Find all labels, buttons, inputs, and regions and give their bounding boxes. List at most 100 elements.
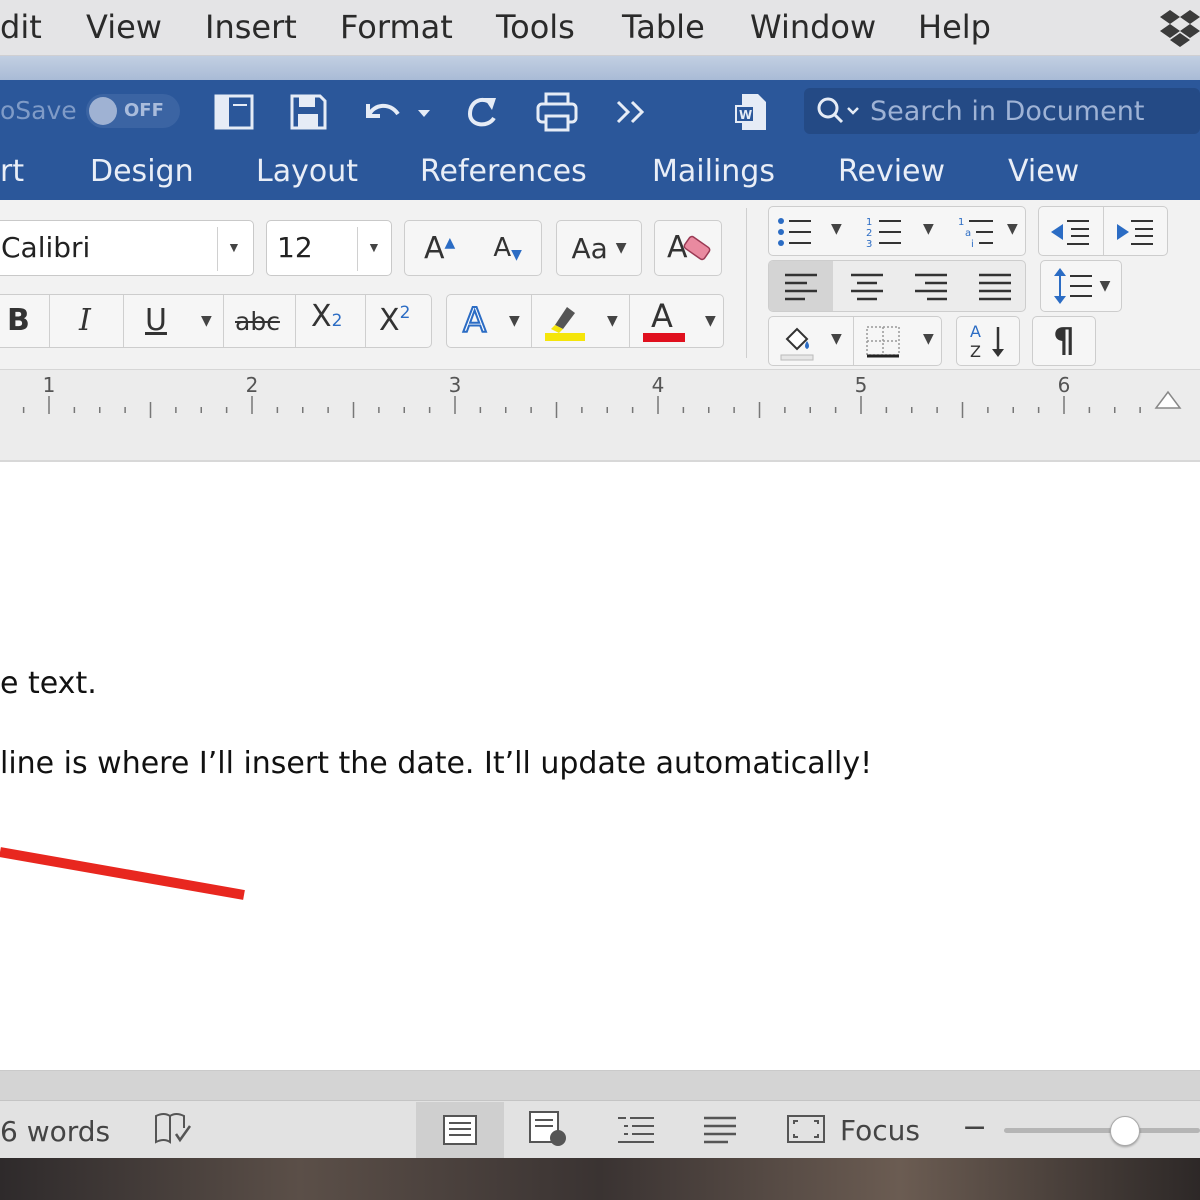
bullets-icon[interactable] (775, 213, 815, 251)
autosave-toggle[interactable]: OFF (86, 94, 180, 128)
focus-label[interactable]: Focus (840, 1114, 920, 1147)
print-layout-view-button[interactable] (416, 1102, 504, 1158)
save-icon[interactable] (288, 90, 328, 134)
align-left-button[interactable] (769, 261, 833, 311)
chevron-down-icon[interactable]: ▼ (923, 331, 934, 347)
search-icon (817, 97, 859, 124)
underline-button[interactable]: U (145, 303, 167, 338)
sidebar-icon[interactable] (212, 90, 256, 134)
chevron-down-icon[interactable]: ▼ (201, 313, 212, 329)
numbering-icon[interactable]: 123 (865, 213, 905, 251)
search-box[interactable] (804, 88, 1200, 134)
chevron-down-icon[interactable]: ▼ (923, 221, 934, 237)
bold-button[interactable]: B (7, 303, 30, 338)
tab-references[interactable]: References (420, 154, 587, 189)
highlighter-icon[interactable] (541, 299, 589, 343)
text-effects-button[interactable]: A (462, 300, 487, 342)
align-right-icon[interactable] (913, 271, 949, 301)
font-color-button[interactable]: A (651, 297, 673, 335)
decrease-indent-icon[interactable] (1049, 215, 1093, 249)
document-page[interactable]: e text. line is where I’ll insert the da… (0, 462, 1200, 1070)
divider (746, 208, 747, 358)
tab-review[interactable]: Review (838, 154, 945, 189)
font-size-select[interactable]: 12 ▼ (266, 220, 392, 276)
horizontal-scrollbar[interactable] (0, 1071, 1200, 1101)
zoom-slider-handle[interactable] (1110, 1116, 1140, 1146)
sort-button[interactable]: AZ (956, 316, 1020, 366)
draft-view-icon[interactable] (702, 1112, 738, 1146)
font-name-value: Calibri (1, 231, 91, 264)
tab-view[interactable]: View (1008, 154, 1079, 189)
more-commands-icon[interactable] (614, 90, 650, 134)
ruler-scale: 1 2 3 4 5 6 (22, 373, 1141, 418)
subscript-number: 2 (331, 311, 343, 331)
increase-indent-icon[interactable] (1113, 215, 1157, 249)
proofing-icon[interactable] (152, 1110, 192, 1146)
dropbox-icon[interactable] (1158, 6, 1200, 50)
ribbon-home: Calibri ▼ 12 ▼ A ▲ A ▼ Aa ▼ A B I U ▼ ab… (0, 200, 1200, 370)
indent-group (1038, 206, 1168, 256)
menu-format[interactable]: Format (340, 8, 453, 46)
chevron-down-icon[interactable]: ▼ (831, 221, 842, 237)
font-name-select[interactable]: Calibri ▼ (0, 220, 254, 276)
word-document-icon[interactable]: W (734, 90, 770, 134)
chevron-down-icon: ▼ (367, 239, 381, 255)
ruler[interactable]: 1 2 3 4 5 6 (0, 370, 1200, 462)
grow-font-button[interactable]: A ▲ (424, 231, 455, 266)
tab-mailings[interactable]: Mailings (652, 154, 775, 189)
menu-table[interactable]: Table (622, 8, 705, 46)
grow-font-label: A (424, 230, 445, 266)
borders-icon[interactable] (865, 325, 901, 359)
clear-formatting-button[interactable]: A (654, 220, 722, 276)
menu-tools[interactable]: Tools (496, 8, 575, 46)
document-line-1[interactable]: e text. (0, 666, 97, 701)
show-marks-button[interactable]: ¶ (1032, 316, 1096, 366)
change-case-label: Aa (571, 231, 608, 265)
tab-insert[interactable]: rt (0, 154, 24, 189)
align-center-icon[interactable] (849, 271, 885, 301)
shading-icon[interactable] (779, 323, 815, 361)
change-case-button[interactable]: Aa ▼ (556, 220, 642, 276)
chevron-down-icon: ▼ (1099, 278, 1111, 294)
font-size-grow-shrink: A ▲ A ▼ (404, 220, 542, 276)
search-input[interactable] (870, 96, 1190, 126)
web-layout-icon[interactable] (526, 1110, 570, 1148)
zoom-out-button[interactable]: − (962, 1110, 987, 1145)
focus-mode-icon[interactable] (786, 1112, 826, 1146)
ruler-number: 5 (855, 373, 868, 397)
redo-icon[interactable] (462, 90, 502, 134)
line-spacing-button[interactable]: ▼ (1040, 260, 1122, 312)
justify-icon[interactable] (977, 271, 1013, 301)
zoom-slider[interactable] (1004, 1128, 1200, 1133)
superscript-button[interactable]: X2 (379, 303, 410, 338)
menu-help[interactable]: Help (918, 8, 991, 46)
tab-design[interactable]: Design (90, 154, 194, 189)
chevron-down-icon[interactable]: ▼ (607, 313, 618, 329)
chevron-down-icon: ▼ (615, 240, 627, 256)
chevron-down-icon[interactable]: ▼ (705, 313, 716, 329)
menu-edit[interactable]: dit (0, 8, 42, 46)
menu-view[interactable]: View (86, 8, 162, 46)
outline-view-icon[interactable] (616, 1112, 656, 1146)
svg-text:1: 1 (866, 217, 872, 228)
chevron-down-icon[interactable]: ▼ (1007, 221, 1018, 237)
print-icon[interactable] (534, 90, 580, 134)
svg-text:W: W (739, 108, 752, 122)
undo-icon[interactable] (360, 90, 434, 134)
shrink-font-button[interactable]: A ▼ (493, 233, 522, 263)
menu-window[interactable]: Window (750, 8, 876, 46)
svg-text:a: a (965, 228, 971, 239)
chevron-down-icon[interactable]: ▼ (831, 331, 842, 347)
italic-button[interactable]: I (79, 303, 91, 338)
strikethrough-button[interactable]: abc (235, 307, 280, 336)
document-line-2[interactable]: line is where I’ll insert the date. It’l… (0, 746, 872, 781)
subscript-button[interactable]: X2 (311, 299, 342, 334)
right-indent-marker[interactable] (1154, 386, 1182, 410)
list-group: ▼ 123 ▼ 1ai ▼ (768, 206, 1026, 256)
tab-layout[interactable]: Layout (256, 154, 358, 189)
autosave-label: oSave (0, 96, 77, 125)
multilevel-list-icon[interactable]: 1ai (957, 213, 997, 251)
menu-insert[interactable]: Insert (205, 8, 297, 46)
word-count[interactable]: 6 words (0, 1115, 110, 1148)
chevron-down-icon[interactable]: ▼ (509, 313, 520, 329)
